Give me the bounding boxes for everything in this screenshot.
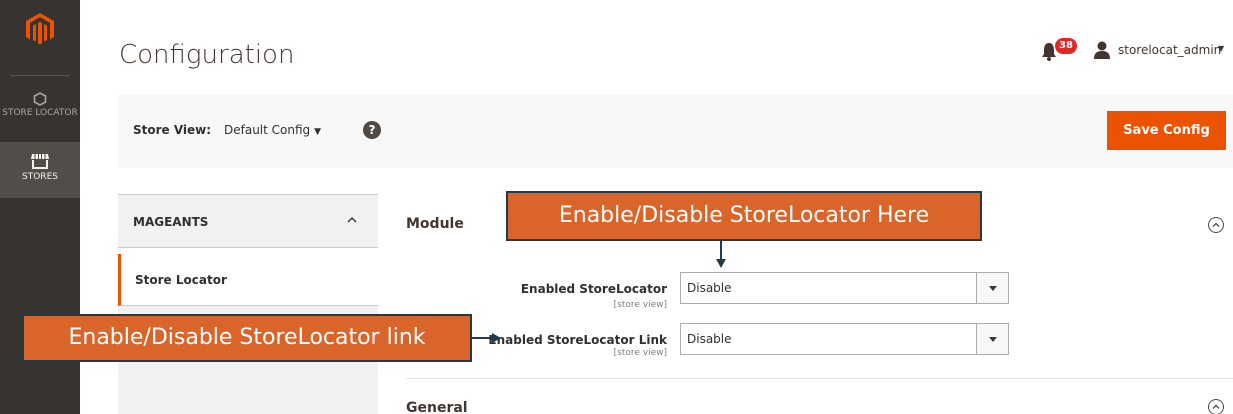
- admin-page: STORE LOCATOR STORES Configuration 38 st…: [0, 0, 1233, 414]
- user-icon[interactable]: [1093, 40, 1111, 60]
- store-icon: [31, 154, 49, 169]
- annotation-arrow-right-icon: [472, 333, 501, 343]
- help-icon[interactable]: ?: [363, 121, 381, 139]
- notification-count-badge[interactable]: 38: [1055, 38, 1077, 54]
- chevron-down-icon: [976, 324, 1008, 354]
- admin-username[interactable]: storelocat_admin: [1118, 43, 1221, 57]
- tab-label: Store Locator: [135, 273, 227, 287]
- select-value: Disable: [687, 281, 732, 295]
- collapse-toggle-icon[interactable]: [1208, 217, 1224, 233]
- section-divider: [406, 378, 1233, 379]
- annotation-arrow-down-icon: [716, 241, 726, 268]
- store-view-switcher[interactable]: Default Config ▼: [224, 123, 321, 137]
- enabled-storelocator-link-select[interactable]: Disable: [680, 323, 1009, 355]
- section-title-general[interactable]: General: [406, 400, 468, 414]
- section-title-module[interactable]: Module: [406, 216, 464, 232]
- save-config-button[interactable]: Save Config: [1107, 111, 1226, 150]
- chevron-down-icon[interactable]: ▼: [1218, 44, 1224, 53]
- page-title: Configuration: [119, 40, 295, 70]
- field-label-enabled-storelocator: Enabled StoreLocator: [520, 282, 667, 296]
- tab-group-title: MAGEANTS: [133, 215, 209, 229]
- field-scope-hint: [store view]: [613, 300, 667, 310]
- field-scope-hint: [store view]: [613, 348, 667, 358]
- sidebar-item-store-locator[interactable]: STORE LOCATOR: [0, 88, 80, 140]
- collapse-toggle-icon[interactable]: [1208, 399, 1224, 414]
- chevron-up-icon: [347, 216, 357, 223]
- hexagon-icon: [33, 92, 47, 106]
- annotation-callout-left: Enable/Disable StoreLocator link: [22, 314, 472, 362]
- store-view-label: Store View:: [133, 123, 212, 137]
- field-label-enabled-storelocator-link: Enabled StoreLocator Link: [488, 333, 667, 347]
- sidebar-item-label: STORE LOCATOR: [2, 108, 78, 118]
- config-tabs: MAGEANTS Store Locator: [118, 194, 378, 414]
- select-value: Disable: [687, 332, 732, 346]
- tab-store-locator[interactable]: Store Locator: [118, 254, 378, 306]
- sidebar-divider: [10, 75, 70, 76]
- annotation-callout-top: Enable/Disable StoreLocator Here: [506, 191, 982, 241]
- magento-logo-icon[interactable]: [25, 12, 55, 46]
- chevron-down-icon: [976, 273, 1008, 303]
- sidebar-item-label: STORES: [22, 172, 58, 182]
- chevron-down-icon: ▼: [314, 127, 322, 137]
- store-view-bar: Store View: Default Config ▼ ? Save Confi…: [118, 95, 1233, 168]
- enabled-storelocator-select[interactable]: Disable: [680, 272, 1009, 304]
- sidebar-item-stores[interactable]: STORES: [0, 142, 80, 198]
- tab-group-mageants[interactable]: MAGEANTS: [118, 194, 378, 248]
- store-view-value: Default Config: [224, 123, 311, 137]
